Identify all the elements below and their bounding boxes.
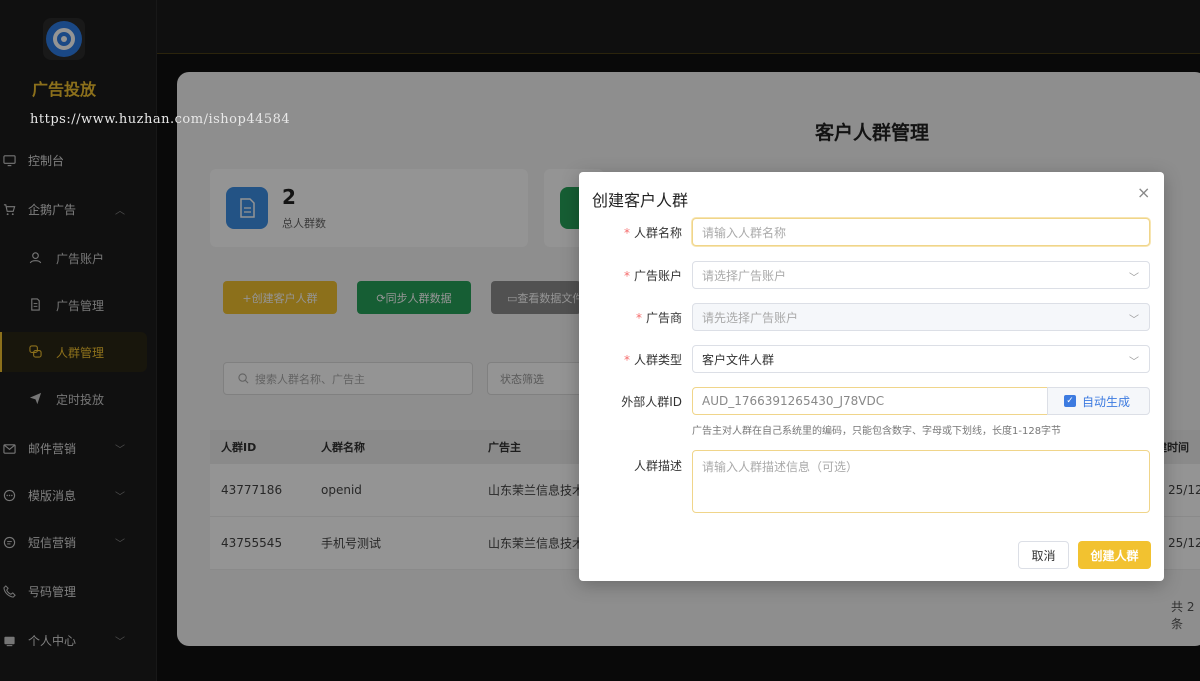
create-audience-dialog: 创建客户人群 × * 人群名称 请输入人群名称 * 广告账户 请选择广告账户 ﹀ *… — [579, 172, 1164, 581]
close-icon[interactable]: × — [1137, 183, 1150, 202]
type-label: * 人群类型 — [623, 353, 682, 367]
chevron-down-icon: ﹀ — [1129, 273, 1139, 284]
create-audience-submit-button[interactable]: 创建人群 — [1078, 541, 1151, 569]
account-label: * 广告账户 — [623, 269, 682, 283]
chevron-down-icon: ﹀ — [1129, 315, 1139, 326]
input-value: AUD_1766391265430_J78VDC — [702, 394, 885, 408]
advertiser-select[interactable]: 请先选择广告账户 ﹀ — [692, 303, 1150, 331]
external-id-label: 外部人群ID — [621, 395, 682, 409]
audience-type-select[interactable]: 客户文件人群 ﹀ — [692, 345, 1150, 373]
dialog-title: 创建客户人群 — [592, 191, 689, 210]
select-placeholder: 请先选择广告账户 — [702, 310, 799, 325]
select-placeholder: 请选择广告账户 — [702, 268, 787, 283]
textarea-placeholder: 请输入人群描述信息（可选） — [702, 460, 859, 474]
watermark-text: https://www.huzhan.com/ishop44584 — [30, 112, 291, 127]
checkbox-checked-icon: ✓ — [1064, 395, 1076, 407]
input-placeholder: 请输入人群名称 — [702, 225, 787, 240]
external-id-input[interactable]: AUD_1766391265430_J78VDC — [692, 387, 1048, 415]
name-label: * 人群名称 — [623, 226, 682, 240]
checkbox-label: 自动生成 — [1082, 394, 1131, 409]
advertiser-label: * 广告商 — [635, 311, 682, 325]
cancel-button[interactable]: 取消 — [1018, 541, 1069, 569]
audience-name-input[interactable]: 请输入人群名称 — [692, 218, 1150, 246]
auto-generate-checkbox[interactable]: ✓ 自动生成 — [1047, 387, 1150, 415]
ad-account-select[interactable]: 请选择广告账户 ﹀ — [692, 261, 1150, 289]
chevron-down-icon: ﹀ — [1129, 357, 1139, 368]
description-label: 人群描述 — [633, 459, 682, 473]
description-textarea[interactable]: 请输入人群描述信息（可选） — [692, 450, 1150, 513]
external-id-hint: 广告主对人群在自己系统里的编码，只能包含数字、字母或下划线，长度1-128字节 — [692, 426, 1062, 437]
select-value: 客户文件人群 — [702, 352, 775, 367]
